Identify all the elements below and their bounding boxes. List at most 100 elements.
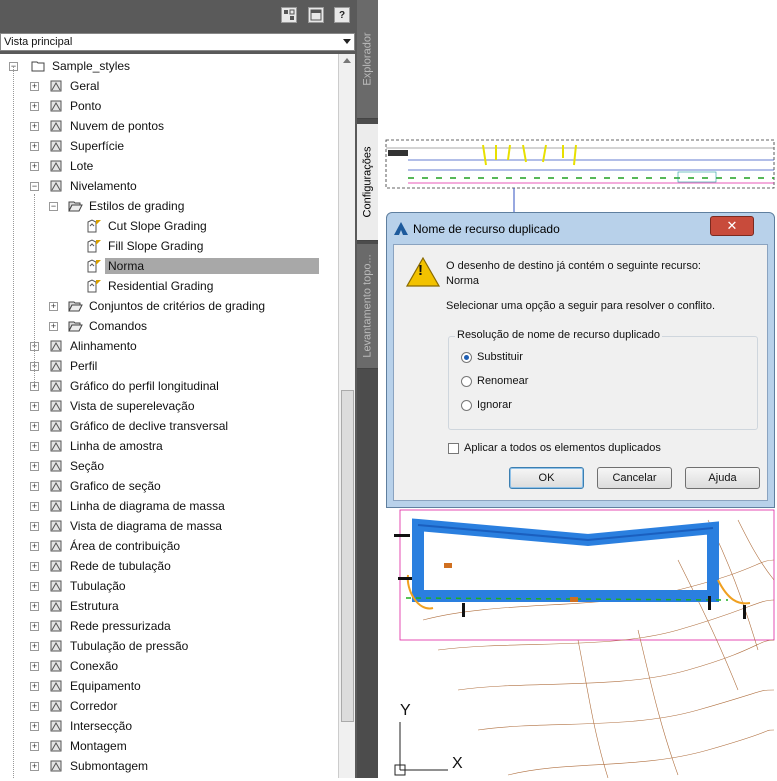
toggle-display-icon[interactable] bbox=[281, 7, 297, 23]
checkbox-box[interactable] bbox=[448, 442, 459, 454]
expand-icon[interactable]: + bbox=[30, 722, 39, 731]
tree-item[interactable]: Equipamento bbox=[48, 676, 144, 696]
tree-item-label: Estrutura bbox=[70, 599, 119, 613]
tree-item[interactable]: Ponto bbox=[48, 96, 104, 116]
radio-dot[interactable] bbox=[461, 375, 472, 387]
tree-item[interactable]: Geral bbox=[48, 76, 102, 96]
tree-item[interactable]: Área de contribuição bbox=[48, 536, 183, 556]
tab-explorador[interactable]: Explorador bbox=[357, 0, 378, 119]
expand-icon[interactable]: + bbox=[30, 462, 39, 471]
expand-icon[interactable]: + bbox=[30, 682, 39, 691]
tree-item[interactable]: Conexão bbox=[48, 656, 121, 676]
tree-item[interactable]: Gráfico do perfil longitudinal bbox=[48, 376, 222, 396]
tree-item[interactable]: Lote bbox=[48, 156, 96, 176]
expand-icon[interactable]: + bbox=[30, 582, 39, 591]
expand-icon[interactable]: + bbox=[30, 762, 39, 771]
tree-item[interactable]: Tubulação bbox=[48, 576, 129, 596]
view-select[interactable]: Vista principal bbox=[0, 33, 355, 51]
tree-item[interactable]: Rede de tubulação bbox=[48, 556, 174, 576]
tree-item[interactable]: Perfil bbox=[48, 356, 100, 376]
item-view-icon[interactable] bbox=[308, 7, 324, 23]
dialog-body: ! O desenho de destino já contém o segui… bbox=[393, 244, 768, 501]
expand-icon[interactable]: + bbox=[30, 442, 39, 451]
radio-renomear[interactable]: Renomear bbox=[461, 375, 528, 387]
help-dialog-button[interactable]: Ajuda bbox=[685, 467, 760, 489]
collapse-icon[interactable]: − bbox=[49, 202, 58, 211]
expand-icon[interactable]: + bbox=[30, 502, 39, 511]
cancel-button[interactable]: Cancelar bbox=[597, 467, 672, 489]
tree-item[interactable]: Superfície bbox=[48, 136, 127, 156]
expand-icon[interactable]: + bbox=[30, 162, 39, 171]
expand-icon[interactable]: + bbox=[30, 422, 39, 431]
radio-substituir[interactable]: Substituir bbox=[461, 351, 523, 363]
expand-icon[interactable]: + bbox=[30, 102, 39, 111]
tree-item[interactable]: Nuvem de pontos bbox=[48, 116, 167, 136]
parcel-icon bbox=[48, 158, 64, 174]
tree-item[interactable]: Nivelamento bbox=[48, 176, 140, 196]
collapse-icon[interactable]: − bbox=[30, 182, 39, 191]
chevron-down-icon[interactable] bbox=[343, 39, 351, 44]
tab-configuracoes[interactable]: Configurações bbox=[357, 124, 378, 241]
radio-ignorar-label: Ignorar bbox=[477, 399, 512, 411]
tree-item[interactable]: Estrutura bbox=[48, 596, 122, 616]
expand-icon[interactable]: + bbox=[30, 402, 39, 411]
radio-dot-selected[interactable] bbox=[461, 351, 472, 363]
tree-item[interactable]: Gráfico de declive transversal bbox=[48, 416, 231, 436]
tree-item[interactable]: Norma bbox=[86, 256, 319, 276]
toolspace-tabs: Explorador Configurações Levantamento to… bbox=[357, 0, 378, 778]
tree-item[interactable]: Alinhamento bbox=[48, 336, 140, 356]
fitting-icon bbox=[48, 658, 64, 674]
tree-item[interactable]: Rede pressurizada bbox=[48, 616, 174, 636]
expand-icon[interactable]: + bbox=[30, 542, 39, 551]
tree-item[interactable]: Conjuntos de critérios de grading bbox=[67, 296, 268, 316]
tree-item[interactable]: Sample_styles bbox=[30, 56, 133, 76]
tree-item[interactable]: Tubulação de pressão bbox=[48, 636, 191, 656]
tree-item[interactable]: Comandos bbox=[67, 316, 150, 336]
expand-icon[interactable]: + bbox=[30, 622, 39, 631]
expand-icon[interactable]: + bbox=[49, 302, 58, 311]
expand-icon[interactable]: + bbox=[30, 602, 39, 611]
tree-item-label: Nuvem de pontos bbox=[70, 119, 165, 133]
dialog-titlebar[interactable]: Nome de recurso duplicado ✕ bbox=[387, 213, 774, 243]
expand-icon[interactable]: + bbox=[30, 482, 39, 491]
tree-item[interactable]: Seção bbox=[48, 456, 107, 476]
tree-item[interactable]: Montagem bbox=[48, 736, 130, 756]
expand-icon[interactable]: + bbox=[30, 82, 39, 91]
tree-item[interactable]: Linha de diagrama de massa bbox=[48, 496, 228, 516]
tree-item[interactable]: Grafico de seção bbox=[48, 476, 164, 496]
expand-icon[interactable]: + bbox=[49, 322, 58, 331]
ok-button[interactable]: OK bbox=[509, 467, 584, 489]
expand-icon[interactable]: + bbox=[30, 662, 39, 671]
expand-icon[interactable]: + bbox=[30, 142, 39, 151]
apply-all-checkbox[interactable]: Aplicar a todos os elementos duplicados bbox=[448, 442, 661, 454]
tree-item[interactable]: Intersecção bbox=[48, 716, 135, 736]
help-button[interactable]: ? bbox=[334, 7, 350, 23]
tree-item-label: Tubulação de pressão bbox=[70, 639, 189, 653]
resolution-group: Resolução de nome de recurso duplicado S… bbox=[448, 329, 758, 430]
tree-item[interactable]: Estilos de grading bbox=[67, 196, 187, 216]
radio-ignorar[interactable]: Ignorar bbox=[461, 399, 512, 411]
ucs-x-label: X bbox=[452, 755, 463, 772]
expand-icon[interactable]: + bbox=[30, 562, 39, 571]
expand-icon[interactable]: + bbox=[30, 122, 39, 131]
tree-item[interactable]: Linha de amostra bbox=[48, 436, 166, 456]
tree-item[interactable]: Corredor bbox=[48, 696, 120, 716]
tree-item[interactable]: Residential Grading bbox=[86, 276, 216, 296]
profile-icon bbox=[48, 358, 64, 374]
close-button[interactable]: ✕ bbox=[710, 216, 754, 236]
sample-line-icon bbox=[48, 438, 64, 454]
tree-item[interactable]: Vista de superelevação bbox=[48, 396, 198, 416]
scrollbar-thumb[interactable] bbox=[341, 390, 354, 722]
tab-levantamento[interactable]: Levantamento topo... bbox=[357, 244, 378, 369]
tree-item[interactable]: Vista de diagrama de massa bbox=[48, 516, 225, 536]
tree-item[interactable]: Submontagem bbox=[48, 756, 151, 776]
expand-icon[interactable]: + bbox=[30, 742, 39, 751]
radio-dot[interactable] bbox=[461, 399, 472, 411]
expand-icon[interactable]: + bbox=[30, 642, 39, 651]
tree-item[interactable]: Fill Slope Grading bbox=[86, 236, 206, 256]
tree-item[interactable]: Cut Slope Grading bbox=[86, 216, 210, 236]
scroll-up-icon[interactable] bbox=[343, 58, 351, 63]
tree-scrollbar[interactable] bbox=[338, 54, 355, 778]
expand-icon[interactable]: + bbox=[30, 702, 39, 711]
expand-icon[interactable]: + bbox=[30, 522, 39, 531]
